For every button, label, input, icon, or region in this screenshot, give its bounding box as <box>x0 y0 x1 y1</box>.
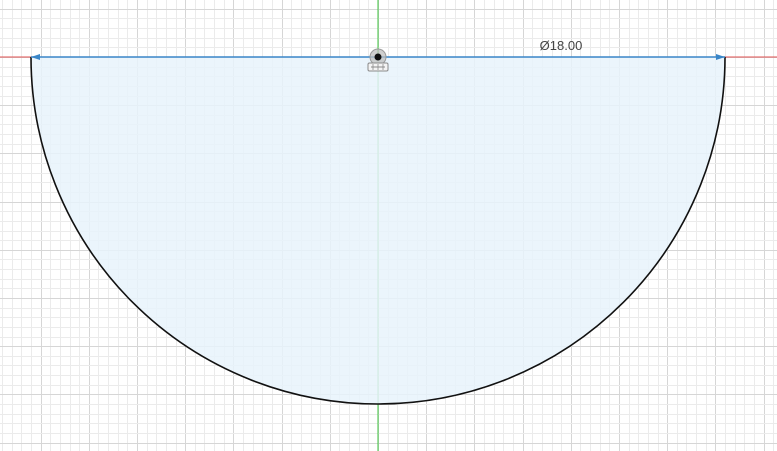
coincident-constraint-icon[interactable] <box>367 62 389 72</box>
diameter-dimension-label[interactable]: Ø18.00 <box>540 38 583 53</box>
sketch-canvas[interactable]: Ø18.00 <box>0 0 777 451</box>
